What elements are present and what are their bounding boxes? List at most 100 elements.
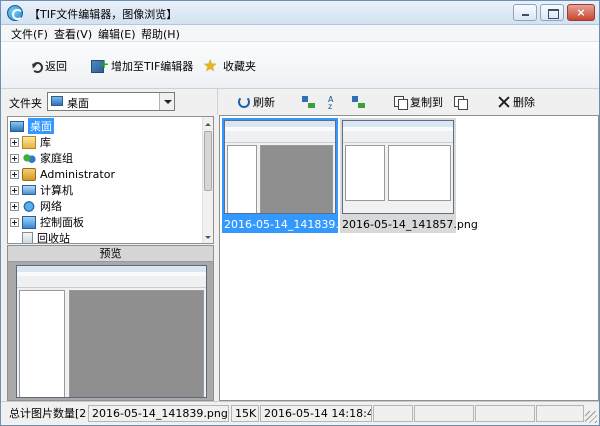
tree-scrollbar[interactable] xyxy=(202,117,213,243)
status-filesize: 15K xyxy=(231,405,259,422)
tree-item-homegroup[interactable]: 家庭组 xyxy=(10,150,73,166)
menu-view[interactable]: 查看(V) xyxy=(54,26,92,42)
mini-left-panel xyxy=(227,145,257,213)
add-to-tif-label: 增加至TIF编辑器 xyxy=(111,60,194,73)
view-mode-icon xyxy=(302,95,316,109)
mini-toolbar xyxy=(343,131,453,143)
thumbnail-image xyxy=(224,120,336,214)
chevron-down-icon[interactable] xyxy=(159,93,174,110)
back-label: 返回 xyxy=(45,60,67,73)
favorites-label: 收藏夹 xyxy=(223,60,256,73)
status-empty-1 xyxy=(373,405,413,422)
move-button[interactable] xyxy=(454,94,468,110)
close-button[interactable]: × xyxy=(567,4,595,21)
view-mode-button[interactable] xyxy=(302,94,316,110)
scroll-up-icon[interactable] xyxy=(203,117,213,128)
mini-toolbar xyxy=(17,276,206,288)
status-empty-3 xyxy=(475,405,535,422)
tree-item-label: 桌面 xyxy=(28,118,54,134)
left-pane: 文件夹 桌面 桌面 库 家庭组 Administrator 计算机 网络 控制面… xyxy=(1,89,217,401)
status-datetime: 2016-05-14 14:18:42 xyxy=(260,405,372,422)
menu-help[interactable]: 帮助(H) xyxy=(141,26,180,42)
mini-right-panel xyxy=(260,145,333,213)
move-icon xyxy=(454,95,468,110)
copy-to-button[interactable]: 复制到 xyxy=(394,94,443,110)
tree-item-recycle-bin[interactable]: 回收站 xyxy=(22,230,70,244)
menu-file[interactable]: 文件(F) xyxy=(11,26,48,42)
tree-item-label: 网络 xyxy=(40,200,62,213)
app-logo-icon xyxy=(7,5,23,21)
mini-left-panel xyxy=(345,145,385,201)
refresh-label: 刷新 xyxy=(253,96,275,109)
mini-left-panel xyxy=(19,290,65,397)
thumbnail-caption: 2016-05-14_141839.png xyxy=(224,218,360,231)
sort-button[interactable]: Az xyxy=(328,94,342,110)
expand-plus-icon[interactable] xyxy=(10,137,19,147)
star-icon: ★ xyxy=(203,56,218,75)
expand-plus-icon[interactable] xyxy=(10,201,19,211)
tree-item-label: 控制面板 xyxy=(40,216,84,229)
title-bar: 【TIF文件编辑器，图像浏览】 × xyxy=(1,1,599,25)
folder-tree[interactable]: 桌面 库 家庭组 Administrator 计算机 网络 控制面板 回收站 xyxy=(7,116,214,244)
tree-item-computer[interactable]: 计算机 xyxy=(10,182,73,198)
right-pane: 刷新 Az 复制到 删除 2016-05-14_141839.png 2016-… xyxy=(217,89,599,401)
resize-grip-icon[interactable] xyxy=(585,411,597,423)
expand-plus-icon[interactable] xyxy=(10,185,19,195)
tree-item-control-panel[interactable]: 控制面板 xyxy=(10,214,84,230)
homegroup-icon xyxy=(22,151,36,165)
delete-label: 删除 xyxy=(513,96,535,109)
tree-item-network[interactable]: 网络 xyxy=(10,198,62,214)
main-toolbar: 返回 增加至TIF编辑器 ★ 收藏夹 xyxy=(1,41,599,89)
thumbnail-item[interactable]: 2016-05-14_141857.png xyxy=(340,118,478,233)
status-empty-4 xyxy=(536,405,584,422)
tree-item-label: 家庭组 xyxy=(40,152,73,165)
scroll-down-icon[interactable] xyxy=(203,232,213,243)
tree-item-library[interactable]: 库 xyxy=(10,134,51,150)
control-panel-icon xyxy=(22,215,36,229)
folder-select[interactable]: 桌面 xyxy=(47,92,175,111)
window-title: 【TIF文件编辑器，图像浏览】 xyxy=(29,8,178,21)
arrange-button[interactable] xyxy=(352,94,366,110)
folder-bar: 文件夹 桌面 xyxy=(1,89,217,115)
computer-icon xyxy=(22,185,36,195)
mini-right-panel xyxy=(388,145,451,201)
add-image-icon xyxy=(91,57,109,73)
expand-plus-icon[interactable] xyxy=(10,169,19,179)
tree-item-label: 库 xyxy=(40,136,51,149)
tree-item-desktop[interactable]: 桌面 xyxy=(10,118,54,134)
tree-item-label: Administrator xyxy=(40,167,115,181)
preview-panel: 预览 xyxy=(7,245,214,401)
menu-edit[interactable]: 编辑(E) xyxy=(98,26,136,42)
desktop-icon xyxy=(51,96,63,106)
thumbnail-caption: 2016-05-14_141857.png xyxy=(342,218,478,231)
tree-item-administrator[interactable]: Administrator xyxy=(10,166,115,182)
arrange-icon xyxy=(352,95,366,109)
expand-plus-icon[interactable] xyxy=(10,153,19,163)
library-icon xyxy=(22,135,36,149)
status-bar: 总计图片数量[2] 2016-05-14_141839.png 15K 2016… xyxy=(1,401,599,425)
network-icon xyxy=(22,199,36,213)
folder-label: 文件夹 xyxy=(9,97,42,110)
folder-select-value: 桌面 xyxy=(67,97,89,110)
expand-plus-icon[interactable] xyxy=(10,217,19,227)
back-button[interactable]: 返回 xyxy=(29,56,67,76)
recycle-bin-icon xyxy=(22,231,33,243)
thumbnail-item[interactable]: 2016-05-14_141839.png xyxy=(222,118,360,233)
add-to-tif-editor-button[interactable]: 增加至TIF编辑器 xyxy=(91,56,193,76)
preview-image xyxy=(16,265,207,398)
preview-title: 预览 xyxy=(8,246,213,262)
copy-icon xyxy=(394,95,408,110)
minimize-button[interactable] xyxy=(513,4,537,21)
copy-to-label: 复制到 xyxy=(410,96,443,109)
maximize-button[interactable] xyxy=(540,4,564,21)
favorites-button[interactable]: ★ 收藏夹 xyxy=(203,56,256,76)
thumbnail-area[interactable]: 2016-05-14_141839.png 2016-05-14_141857.… xyxy=(219,115,599,401)
sort-icon: Az xyxy=(328,94,334,111)
close-icon: × xyxy=(576,6,586,19)
scroll-thumb[interactable] xyxy=(204,131,212,191)
tree-item-label: 回收站 xyxy=(37,232,70,244)
refresh-button[interactable]: 刷新 xyxy=(238,94,275,110)
delete-icon xyxy=(498,96,510,108)
delete-button[interactable]: 删除 xyxy=(498,94,535,110)
menu-bar: 文件(F) 查看(V) 编辑(E) 帮助(H) xyxy=(1,25,599,41)
